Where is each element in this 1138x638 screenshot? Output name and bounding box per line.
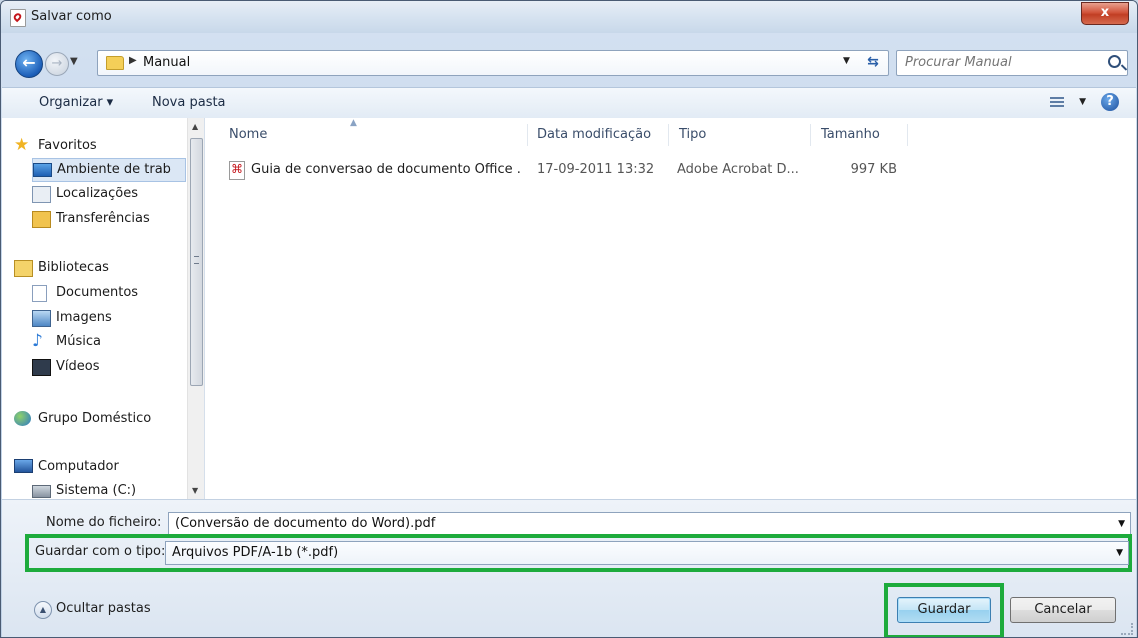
file-row[interactable]: Guia de conversao de documento Office ..… bbox=[225, 158, 915, 180]
folder-icon bbox=[106, 56, 124, 70]
pdf-icon bbox=[229, 161, 245, 180]
window-title: Salvar como bbox=[31, 9, 112, 24]
sort-ascending-icon: ▲ bbox=[350, 118, 357, 128]
sidebar-item-label: Música bbox=[56, 334, 101, 349]
file-list: Nome ▲ Data modificação Tipo Tamanho Gui… bbox=[205, 118, 1136, 499]
sidebar-item-computer[interactable]: Computador bbox=[14, 456, 184, 478]
recent-pages-dropdown-icon[interactable]: ▼ bbox=[70, 56, 78, 67]
command-toolbar: Organizar ▾ Nova pasta ▼ ? bbox=[2, 87, 1136, 119]
computer-icon bbox=[14, 459, 33, 473]
grip-icon bbox=[194, 256, 199, 264]
sidebar-item-pictures[interactable]: Imagens bbox=[32, 307, 202, 329]
column-header-name[interactable]: Nome bbox=[229, 127, 267, 142]
sidebar-item-label: Bibliotecas bbox=[38, 260, 109, 275]
sidebar-item-downloads[interactable]: Transferências bbox=[32, 208, 202, 230]
new-folder-button[interactable]: Nova pasta bbox=[152, 95, 226, 110]
scroll-up-arrow-icon[interactable]: ▲ bbox=[192, 122, 198, 131]
refresh-icon[interactable]: ⇆ bbox=[863, 53, 883, 71]
cancel-button[interactable]: Cancelar bbox=[1010, 597, 1116, 623]
search-input[interactable] bbox=[903, 54, 1097, 71]
file-name: Guia de conversao de documento Office ..… bbox=[251, 162, 521, 177]
column-header-date[interactable]: Data modificação bbox=[537, 127, 651, 142]
close-button[interactable]: x bbox=[1081, 2, 1129, 25]
sidebar-item-places[interactable]: Localizações bbox=[32, 183, 202, 205]
save-options-panel: Nome do ficheiro: ▼ Guardar com o tipo: … bbox=[2, 499, 1136, 637]
videos-icon bbox=[32, 359, 51, 376]
column-divider[interactable] bbox=[527, 124, 528, 146]
sidebar-item-label: Ambiente de trab bbox=[57, 162, 171, 177]
sidebar-item-label: Grupo Doméstico bbox=[38, 411, 152, 426]
desktop-icon bbox=[33, 163, 52, 177]
downloads-icon bbox=[32, 211, 51, 228]
address-dropdown-icon[interactable]: ▼ bbox=[843, 56, 850, 66]
sidebar-item-label: Documentos bbox=[56, 285, 139, 300]
file-size: 997 KB bbox=[850, 162, 897, 177]
breadcrumb-arrow-icon[interactable]: ▶ bbox=[129, 55, 137, 66]
libraries-icon bbox=[14, 260, 33, 277]
filename-input[interactable] bbox=[173, 515, 1107, 532]
drive-icon bbox=[32, 485, 51, 498]
scrollbar-thumb[interactable] bbox=[190, 138, 203, 386]
column-divider[interactable] bbox=[907, 124, 908, 146]
pictures-icon bbox=[32, 310, 51, 327]
help-icon[interactable]: ? bbox=[1101, 93, 1119, 111]
view-dropdown-icon[interactable]: ▼ bbox=[1079, 97, 1086, 107]
chevron-down-icon[interactable]: ▼ bbox=[1118, 519, 1125, 529]
filetype-select[interactable]: Arquivos PDF/A-1b (*.pdf) ▼ bbox=[165, 541, 1129, 565]
scroll-down-arrow-icon[interactable]: ▼ bbox=[192, 486, 198, 495]
column-header-type[interactable]: Tipo bbox=[679, 127, 706, 142]
sidebar-item-favorites[interactable]: ★ Favoritos bbox=[14, 135, 184, 157]
hide-folders-button[interactable]: Ocultar pastas bbox=[56, 601, 151, 616]
chevron-down-icon[interactable]: ▼ bbox=[1116, 548, 1123, 558]
search-icon[interactable] bbox=[1108, 55, 1121, 68]
filetype-label: Guardar com o tipo: bbox=[35, 544, 166, 559]
organize-menu[interactable]: Organizar ▾ bbox=[39, 95, 113, 110]
sidebar-item-music[interactable]: ♪ Música bbox=[32, 331, 202, 353]
sidebar-item-label: Transferências bbox=[56, 211, 150, 226]
search-box[interactable] bbox=[896, 50, 1128, 76]
back-button[interactable]: ← bbox=[15, 50, 43, 78]
forward-button[interactable]: → bbox=[45, 52, 69, 76]
places-icon bbox=[32, 186, 51, 203]
view-options-icon[interactable] bbox=[1050, 95, 1064, 109]
sidebar-item-videos[interactable]: Vídeos bbox=[32, 356, 202, 378]
star-icon: ★ bbox=[14, 135, 30, 155]
sidebar-item-documents[interactable]: Documentos bbox=[32, 282, 202, 304]
save-as-dialog: Salvar como x ← → ▼ ▶ Manual ▼ ⇆ Organiz… bbox=[0, 0, 1138, 638]
breadcrumb-manual[interactable]: Manual bbox=[143, 55, 190, 70]
address-bar[interactable]: ▶ Manual ▼ ⇆ bbox=[97, 50, 889, 76]
filename-label: Nome do ficheiro: bbox=[46, 515, 162, 530]
homegroup-icon bbox=[14, 411, 31, 426]
music-icon: ♪ bbox=[32, 331, 43, 351]
pdf-app-icon bbox=[10, 9, 26, 27]
save-button[interactable]: Guardar bbox=[897, 597, 991, 623]
sidebar-item-desktop[interactable]: Ambiente de trab bbox=[32, 158, 186, 182]
hide-folders-arrow-icon[interactable]: ▲ bbox=[34, 601, 52, 619]
column-divider[interactable] bbox=[810, 124, 811, 146]
sidebar-item-label: Computador bbox=[38, 459, 119, 474]
filetype-value: Arquivos PDF/A-1b (*.pdf) bbox=[172, 545, 339, 560]
file-type: Adobe Acrobat D... bbox=[677, 162, 799, 177]
navigation-bar: ← → ▼ ▶ Manual ▼ ⇆ bbox=[1, 41, 1137, 81]
documents-icon bbox=[32, 285, 47, 302]
resize-grip-icon[interactable] bbox=[1121, 623, 1133, 635]
navigation-pane: ★ Favoritos Ambiente de trab Localizaçõe… bbox=[2, 118, 205, 499]
column-divider[interactable] bbox=[668, 124, 669, 146]
file-date: 17-09-2011 13:32 bbox=[537, 162, 655, 177]
sidebar-item-label: Imagens bbox=[56, 310, 112, 325]
navigation-scrollbar[interactable]: ▲ ▼ bbox=[187, 118, 204, 499]
sidebar-item-libraries[interactable]: Bibliotecas bbox=[14, 257, 184, 279]
column-header-size[interactable]: Tamanho bbox=[821, 127, 880, 142]
title-bar: Salvar como x bbox=[1, 1, 1137, 33]
sidebar-item-label: Favoritos bbox=[38, 138, 97, 153]
sidebar-item-homegroup[interactable]: Grupo Doméstico bbox=[14, 408, 184, 430]
filename-field[interactable]: ▼ bbox=[168, 512, 1131, 536]
sidebar-item-label: Vídeos bbox=[56, 359, 100, 374]
sidebar-item-label: Sistema (C:) bbox=[56, 483, 137, 498]
sidebar-item-label: Localizações bbox=[56, 186, 138, 201]
